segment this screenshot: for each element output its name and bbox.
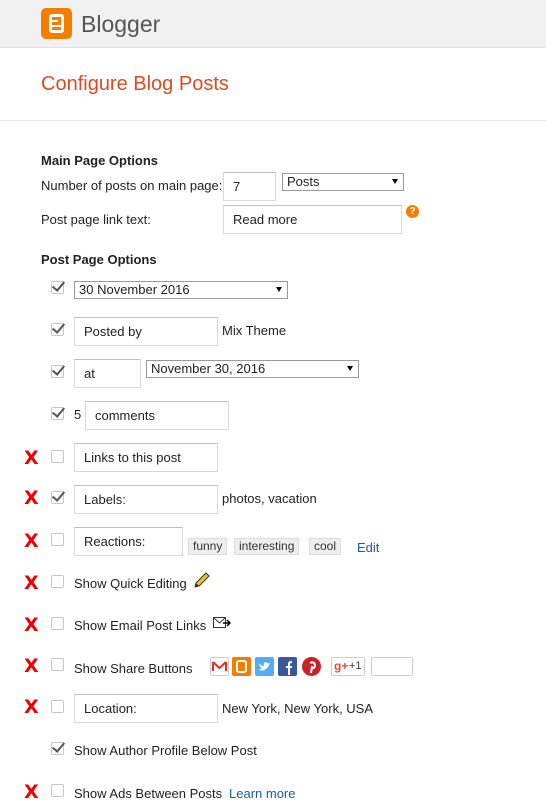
chevron-down-icon	[347, 366, 353, 371]
comments-count: 5	[74, 407, 82, 422]
post-page-options-heading: Post Page Options	[41, 252, 157, 267]
labels-input[interactable]: Labels:	[74, 485, 218, 514]
labels-checkbox[interactable]	[51, 491, 64, 504]
ads-between-checkbox[interactable]	[51, 784, 64, 797]
x-marker: X	[24, 696, 39, 718]
comments-checkbox[interactable]	[51, 407, 64, 420]
quick-editing-checkbox[interactable]	[51, 575, 64, 588]
brand-name[interactable]: Blogger	[81, 11, 160, 38]
timestamp-checkbox[interactable]	[51, 365, 64, 378]
reaction-tag: funny	[188, 538, 228, 555]
reaction-tag: cool	[309, 538, 342, 555]
edit-reactions-link[interactable]: Edit	[357, 540, 379, 555]
blogger-logo-icon[interactable]	[41, 8, 72, 39]
timestamp-format-value: November 30, 2016	[151, 361, 266, 376]
email-icon	[213, 616, 232, 630]
num-posts-unit-select[interactable]: Posts	[282, 173, 404, 191]
help-icon[interactable]: ?	[406, 205, 419, 218]
page-title: Configure Blog Posts	[41, 73, 229, 95]
reactions-checkbox[interactable]	[51, 533, 64, 546]
author-name: Mix Theme	[222, 323, 287, 338]
email-links-label: Show Email Post Links	[74, 618, 207, 633]
google-plus-one-button[interactable]: g+ +1	[331, 657, 365, 676]
share-buttons-label: Show Share Buttons	[74, 661, 193, 676]
reaction-tag: interesting	[234, 538, 300, 555]
links-to-post-checkbox[interactable]	[51, 450, 64, 463]
pencil-icon	[192, 572, 212, 590]
timestamp-format-select[interactable]: November 30, 2016	[146, 360, 359, 378]
x-marker: X	[24, 781, 39, 803]
posted-by-checkbox[interactable]	[51, 323, 64, 336]
date-format-select[interactable]: 30 November 2016	[74, 281, 288, 299]
learn-more-link[interactable]: Learn more	[229, 786, 295, 801]
timestamp-label-input[interactable]: at	[74, 359, 141, 388]
x-marker: X	[24, 447, 39, 469]
x-marker: X	[24, 487, 39, 509]
blogger-share-icon	[232, 657, 251, 676]
divider	[0, 120, 546, 121]
share-buttons-checkbox[interactable]	[51, 658, 64, 671]
plus-one-label: +1	[349, 660, 362, 672]
chevron-down-icon	[276, 287, 282, 292]
x-marker: X	[24, 614, 39, 636]
quick-editing-label: Show Quick Editing	[74, 576, 187, 591]
comments-input[interactable]: comments	[85, 401, 229, 430]
plus-one-count-bubble	[371, 657, 413, 676]
labels-sample: photos, vacation	[222, 491, 317, 506]
links-to-post-input[interactable]: Links to this post	[74, 443, 218, 472]
x-marker: X	[24, 655, 39, 677]
author-profile-checkbox[interactable]	[51, 742, 64, 755]
location-checkbox[interactable]	[51, 700, 64, 713]
date-header-checkbox[interactable]	[51, 281, 64, 294]
email-links-checkbox[interactable]	[51, 617, 64, 630]
reactions-input[interactable]: Reactions:	[74, 527, 183, 556]
post-link-label: Post page link text:	[41, 212, 151, 227]
google-plus-icon: g+	[334, 659, 349, 673]
num-posts-label: Number of posts on main page:	[41, 178, 223, 193]
posted-by-input[interactable]: Posted by	[74, 317, 218, 346]
x-marker: X	[24, 572, 39, 594]
facebook-icon	[278, 657, 297, 676]
author-profile-label: Show Author Profile Below Post	[74, 743, 257, 758]
gmail-icon	[210, 657, 229, 676]
x-marker: X	[24, 530, 39, 552]
location-sample: New York, New York, USA	[222, 701, 374, 716]
post-link-input[interactable]: Read more	[223, 205, 402, 234]
date-format-value: 30 November 2016	[79, 282, 190, 297]
pinterest-icon	[302, 657, 321, 676]
num-posts-input[interactable]: 7	[223, 172, 276, 201]
chevron-down-icon	[392, 179, 398, 184]
location-input[interactable]: Location:	[74, 694, 218, 723]
ads-between-label: Show Ads Between Posts	[74, 786, 223, 801]
twitter-icon	[255, 657, 274, 676]
num-posts-unit-value: Posts	[287, 174, 320, 189]
main-page-options-heading: Main Page Options	[41, 153, 159, 168]
top-bar: Blogger	[0, 0, 546, 48]
